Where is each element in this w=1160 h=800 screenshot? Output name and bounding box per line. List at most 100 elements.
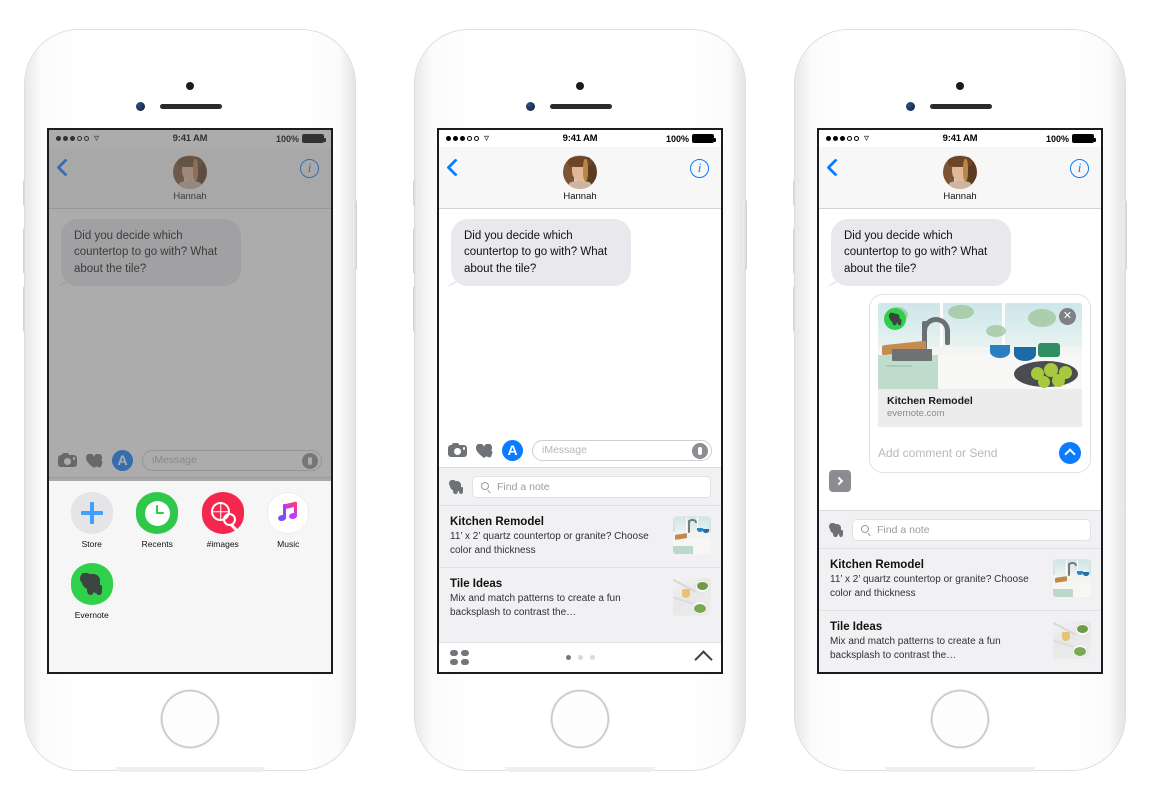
power-button[interactable] xyxy=(1123,200,1127,270)
contact-header[interactable]: Hannah xyxy=(173,155,207,202)
close-x-icon[interactable]: ✕ xyxy=(1059,307,1076,325)
note-snippet: Mix and match patterns to create a fun b… xyxy=(830,636,1001,661)
contact-name: Hannah xyxy=(173,191,207,202)
note-list-item[interactable]: Tile Ideas Mix and match patterns to cre… xyxy=(819,610,1101,672)
heart-hand-icon[interactable] xyxy=(476,442,493,458)
evernote-extension-panel: Find a note Kitchen Remodel 11’ x 2’ qua… xyxy=(819,510,1101,672)
status-time: 9:41 AM xyxy=(942,133,978,144)
volume-down-button[interactable] xyxy=(793,286,797,332)
imessage-app-drawer: Store Recents #images Music Evernote xyxy=(49,477,331,672)
phone-1: ▿ 9:41 AM 100% Hannah i Did you decide w… xyxy=(23,30,357,772)
volume-up-button[interactable] xyxy=(413,228,417,274)
proximity-sensor-icon xyxy=(526,102,535,111)
volume-up-button[interactable] xyxy=(23,228,27,274)
info-circle-icon[interactable]: i xyxy=(300,159,319,178)
volume-up-button[interactable] xyxy=(793,228,797,274)
imessage-input[interactable]: iMessage xyxy=(532,439,712,461)
note-search-row: Find a note xyxy=(439,468,721,505)
imessage-placeholder: iMessage xyxy=(152,454,197,466)
app-label: Evernote xyxy=(74,610,109,620)
note-list: Kitchen Remodel 11’ x 2’ quartz countert… xyxy=(819,548,1101,672)
app-item-store[interactable]: Store xyxy=(59,492,125,549)
phone-3: ▿ 9:41 AM 100% Hannah i Did you decide w… xyxy=(793,30,1127,772)
note-list-item[interactable]: Kitchen Remodel 11’ x 2’ quartz countert… xyxy=(819,548,1101,610)
share-card-title: Kitchen Remodel xyxy=(887,394,973,407)
bottom-edge xyxy=(885,767,1035,772)
app-item-evernote[interactable]: Evernote xyxy=(59,563,125,620)
back-chevron-icon[interactable] xyxy=(56,158,75,177)
home-button[interactable] xyxy=(161,690,219,748)
app-label: #images xyxy=(206,539,239,549)
note-list-item[interactable]: Tile Ideas Mix and match patterns to cre… xyxy=(439,567,721,629)
evernote-extension-panel: Find a note Kitchen Remodel 11’ x 2’ qua… xyxy=(439,467,721,672)
screenshot-stage: ▿ 9:41 AM 100% Hannah i Did you decide w… xyxy=(0,0,1160,800)
magnifier-icon xyxy=(861,525,871,537)
chevron-up-icon[interactable] xyxy=(694,650,713,669)
imessage-app-store-icon[interactable]: A xyxy=(502,439,523,461)
send-arrow-up-icon[interactable] xyxy=(1059,441,1081,464)
earpiece-speaker xyxy=(160,104,222,109)
marble-tile-thumbnail xyxy=(1053,621,1091,659)
app-label: Store xyxy=(81,539,102,549)
evernote-elephant-icon xyxy=(449,480,464,494)
status-time: 9:41 AM xyxy=(172,133,208,144)
phone-1-screen: ▿ 9:41 AM 100% Hannah i Did you decide w… xyxy=(47,128,333,674)
note-snippet: 11’ x 2’ quartz countertop or granite? C… xyxy=(450,531,649,556)
bottom-edge xyxy=(115,767,265,772)
battery-icon xyxy=(1072,134,1096,143)
silent-switch[interactable] xyxy=(793,180,797,206)
power-button[interactable] xyxy=(743,200,747,270)
app-item-images[interactable]: #images xyxy=(190,492,256,549)
find-a-note-input[interactable]: Find a note xyxy=(852,519,1091,541)
power-button[interactable] xyxy=(353,200,357,270)
conversation-navbar: Hannah i xyxy=(439,147,721,209)
volume-down-button[interactable] xyxy=(413,286,417,332)
bottom-edge xyxy=(505,767,655,772)
front-camera-icon xyxy=(956,82,964,90)
microphone-icon[interactable] xyxy=(302,452,318,469)
chevron-right-icon[interactable] xyxy=(829,470,851,492)
plus-store-icon xyxy=(70,492,113,534)
contact-header[interactable]: Hannah xyxy=(563,155,597,202)
conversation-navbar: Hannah i xyxy=(819,147,1101,209)
volume-down-button[interactable] xyxy=(23,286,27,332)
note-list-item[interactable]: Kitchen Remodel 11’ x 2’ quartz countert… xyxy=(439,505,721,567)
imessage-input-bar: A iMessage xyxy=(49,443,331,477)
contact-name: Hannah xyxy=(563,191,597,202)
app-item-recents[interactable]: Recents xyxy=(125,492,191,549)
music-note-icon xyxy=(267,492,310,534)
heart-hand-icon[interactable] xyxy=(86,452,103,468)
silent-switch[interactable] xyxy=(413,180,417,206)
find-a-note-input[interactable]: Find a note xyxy=(472,476,711,498)
incoming-message-bubble: Did you decide which countertop to go wi… xyxy=(451,219,631,286)
note-snippet: Mix and match patterns to create a fun b… xyxy=(450,593,621,618)
contact-header[interactable]: Hannah xyxy=(943,155,977,202)
incoming-message-bubble: Did you decide which countertop to go wi… xyxy=(831,219,1011,286)
imessage-input[interactable]: iMessage xyxy=(142,449,322,471)
front-camera-icon xyxy=(576,82,584,90)
note-title: Tile Ideas xyxy=(830,621,883,633)
imessage-app-store-icon[interactable]: A xyxy=(112,449,133,471)
proximity-sensor-icon xyxy=(136,102,145,111)
contact-avatar[interactable] xyxy=(943,155,977,189)
page-dots xyxy=(439,655,721,660)
conversation-thread: Did you decide which countertop to go wi… xyxy=(819,209,1101,510)
note-title: Tile Ideas xyxy=(450,578,503,590)
info-circle-icon[interactable]: i xyxy=(690,159,709,178)
app-item-music[interactable]: Music xyxy=(256,492,322,549)
comment-input[interactable]: Add comment or Send xyxy=(878,446,1053,460)
camera-icon[interactable] xyxy=(58,453,77,467)
back-chevron-icon[interactable] xyxy=(826,158,845,177)
status-bar: ▿ 9:41 AM 100% xyxy=(439,130,721,147)
contact-avatar[interactable] xyxy=(173,155,207,189)
home-button[interactable] xyxy=(551,690,609,748)
note-title: Kitchen Remodel xyxy=(830,559,924,571)
note-title: Kitchen Remodel xyxy=(450,516,544,528)
info-circle-icon[interactable]: i xyxy=(1070,159,1089,178)
back-chevron-icon[interactable] xyxy=(446,158,465,177)
contact-avatar[interactable] xyxy=(563,155,597,189)
home-button[interactable] xyxy=(931,690,989,748)
microphone-icon[interactable] xyxy=(692,442,708,459)
camera-icon[interactable] xyxy=(448,443,467,457)
silent-switch[interactable] xyxy=(23,180,27,206)
